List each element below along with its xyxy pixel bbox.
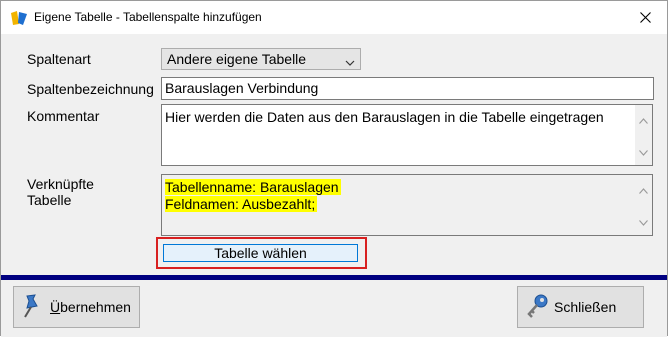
highlight-frame: Tabelle wählen xyxy=(156,237,367,269)
schliessen-label: Schließen xyxy=(554,299,617,315)
key-icon xyxy=(518,293,554,322)
title-bar: Eigene Tabelle - Tabellenspalte hinzufüg… xyxy=(1,1,667,34)
uebernehmen-button[interactable]: Übernehmen xyxy=(13,286,140,328)
schliessen-button[interactable]: Schließen xyxy=(517,286,644,328)
spaltenart-label: Spaltenart xyxy=(27,51,91,67)
kommentar-scrollbar[interactable] xyxy=(635,105,652,165)
window-title: Eigene Tabelle - Tabellenspalte hinzufüg… xyxy=(34,10,262,24)
spaltenbezeichnung-label: Spaltenbezeichnung xyxy=(27,81,154,97)
spaltenart-select[interactable]: Andere eigene Tabelle xyxy=(161,48,361,70)
app-icon xyxy=(10,10,28,26)
footer: Übernehmen Schließen xyxy=(1,280,667,337)
close-button[interactable] xyxy=(623,1,667,34)
spaltenbezeichnung-input[interactable]: Barauslagen Verbindung xyxy=(161,77,654,100)
verknuepfte-tabelle-text: Tabellenname: Barauslagen Feldnamen: Aus… xyxy=(165,179,341,213)
kommentar-text: Hier werden die Daten aus den Barauslage… xyxy=(165,109,604,125)
spaltenbezeichnung-value: Barauslagen Verbindung xyxy=(165,80,319,96)
kommentar-label: Kommentar xyxy=(27,108,100,124)
kommentar-textarea[interactable]: Hier werden die Daten aus den Barauslage… xyxy=(161,104,653,166)
verknuepfte-label-line1: Verknüpfte xyxy=(27,176,94,192)
scroll-up-icon[interactable] xyxy=(639,111,648,127)
scroll-down-icon[interactable] xyxy=(639,143,648,159)
verknuepfte-tabelle-textarea[interactable]: Tabellenname: Barauslagen Feldnamen: Aus… xyxy=(161,174,653,236)
feldnamen-line: Feldnamen: Ausbezahlt; xyxy=(165,196,318,212)
scroll-up-icon[interactable] xyxy=(639,181,648,197)
scroll-down-icon[interactable] xyxy=(639,213,648,229)
tabellenname-line: Tabellenname: Barauslagen xyxy=(165,179,341,195)
uebernehmen-label: Übernehmen xyxy=(50,299,131,315)
pin-icon xyxy=(14,293,50,322)
tabelle-waehlen-button[interactable]: Tabelle wählen xyxy=(163,244,358,262)
form-area: Spaltenart Andere eigene Tabelle Spalten… xyxy=(1,34,667,274)
spaltenart-value: Andere eigene Tabelle xyxy=(167,51,307,67)
close-icon xyxy=(639,10,651,26)
verknuepfte-label-line2: Tabelle xyxy=(27,192,72,208)
verknuepfte-scrollbar[interactable] xyxy=(635,175,652,235)
dialog-window: Eigene Tabelle - Tabellenspalte hinzufüg… xyxy=(0,0,668,337)
chevron-down-icon xyxy=(345,53,355,73)
